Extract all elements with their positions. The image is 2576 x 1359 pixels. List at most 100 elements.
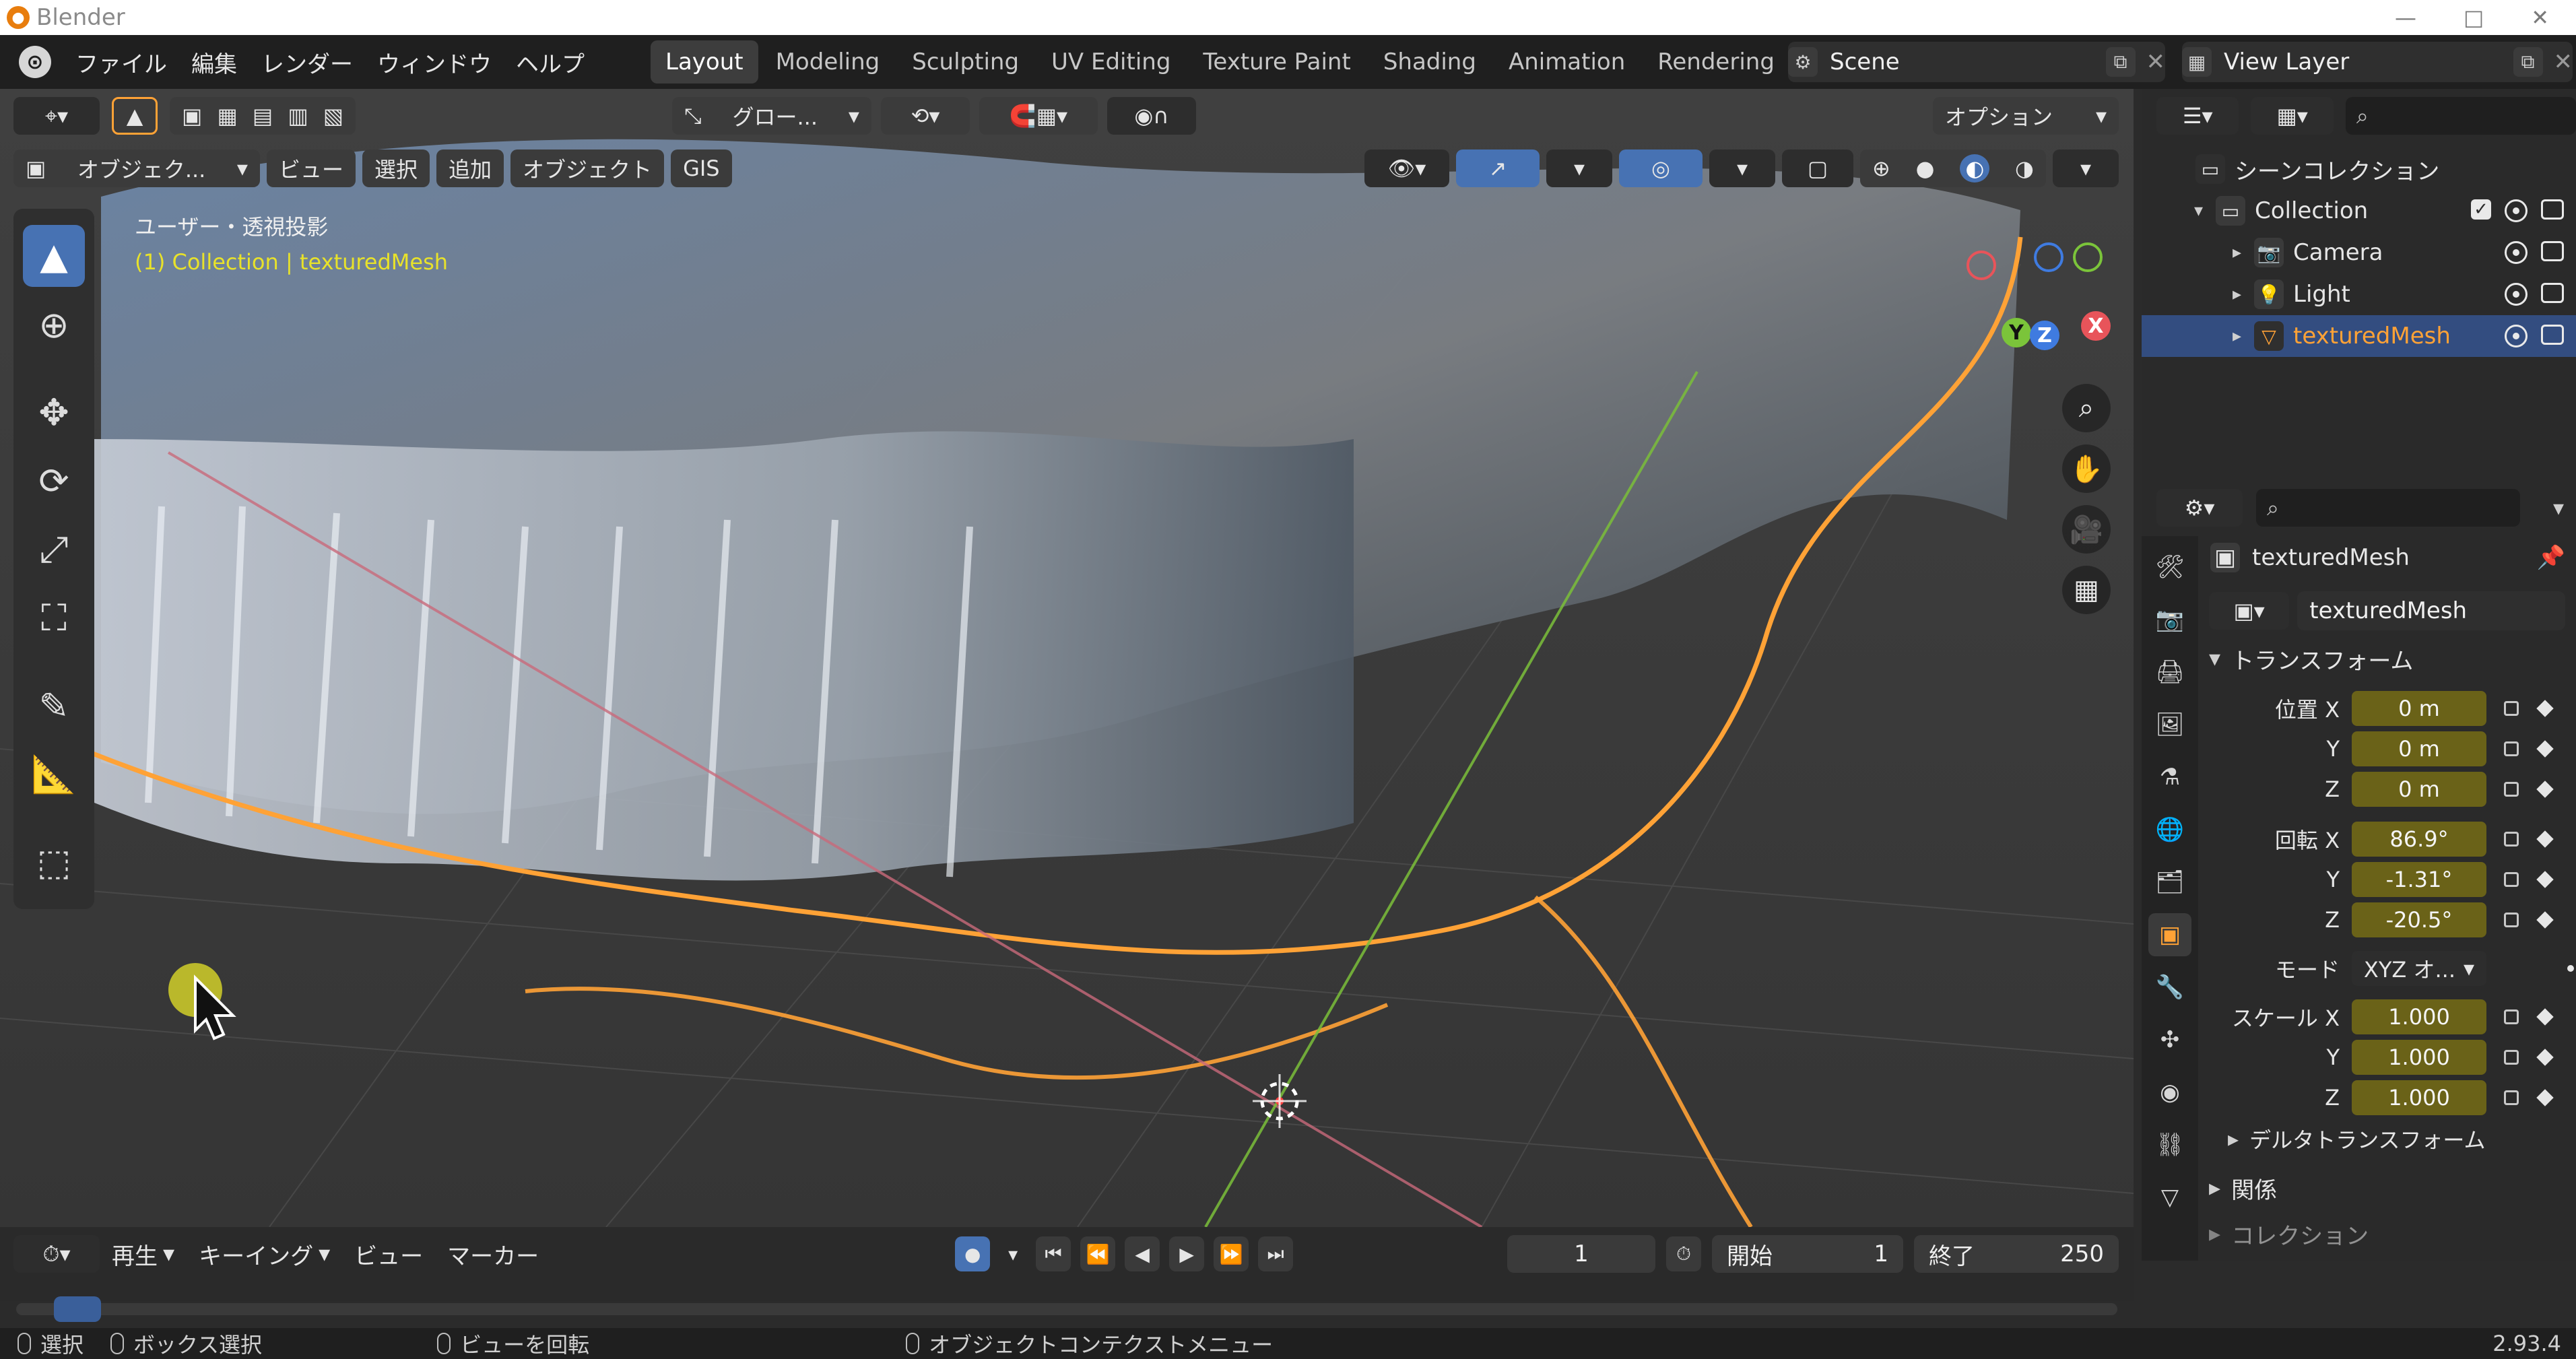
timeline-menu-marker[interactable]: マーカー bbox=[435, 1238, 551, 1271]
close-icon[interactable]: ✕ bbox=[2531, 5, 2549, 30]
lock-icon[interactable] bbox=[2504, 1090, 2519, 1105]
end-frame-field[interactable]: 終了 250 bbox=[1914, 1235, 2119, 1273]
viewport-options-dropdown[interactable]: オプション ▾ bbox=[1933, 97, 2119, 135]
zoom-icon[interactable]: ⌕ bbox=[2062, 384, 2111, 432]
editor-type-button[interactable]: ⌖▾ bbox=[13, 97, 100, 135]
expand-triangle-icon[interactable]: ▸ bbox=[2209, 1174, 2220, 1201]
modifier-properties-icon[interactable]: 🔧 bbox=[2148, 966, 2191, 1009]
tab-modeling[interactable]: Modeling bbox=[761, 40, 895, 84]
render-visibility-icon[interactable] bbox=[2541, 325, 2564, 345]
next-keyframe-icon[interactable]: ⏩ bbox=[1214, 1236, 1249, 1271]
menu-render[interactable]: レンダー bbox=[249, 46, 365, 79]
render-visibility-icon[interactable] bbox=[2541, 283, 2564, 303]
tool-properties-icon[interactable]: 🛠 bbox=[2148, 545, 2191, 589]
render-visibility-icon[interactable] bbox=[2541, 241, 2564, 261]
gizmo-x-icon[interactable]: X bbox=[2081, 311, 2111, 341]
tab-layout[interactable]: Layout bbox=[651, 40, 758, 84]
auto-keying-options-icon[interactable]: ▾ bbox=[999, 1236, 1026, 1271]
material-preview-shading-icon[interactable]: ◐ bbox=[1960, 154, 1990, 183]
tab-texture-paint[interactable]: Texture Paint bbox=[1188, 40, 1365, 84]
view-object-types-button[interactable]: 👁▾ bbox=[1364, 150, 1449, 187]
collections-section-title[interactable]: ▸ コレクション bbox=[2209, 1212, 2576, 1255]
tool-transform[interactable]: ⛶ bbox=[23, 587, 85, 649]
view-layer-name[interactable]: View Layer bbox=[2224, 48, 2349, 75]
timeline-menu-playback[interactable]: 再生 ▾ bbox=[100, 1238, 187, 1271]
timeline-scrollbar[interactable] bbox=[16, 1303, 2117, 1315]
outliner-row-camera[interactable]: ▸ 📷 Camera bbox=[2142, 232, 2576, 273]
keyframe-diamond-icon[interactable] bbox=[2536, 830, 2554, 848]
keyframe-diamond-icon[interactable] bbox=[2536, 871, 2554, 888]
select-subtract-icon[interactable]: ▤ bbox=[253, 103, 273, 129]
timeline-editor-type-button[interactable]: ⏱▾ bbox=[13, 1235, 100, 1273]
shading-options-button[interactable]: ▾ bbox=[2053, 150, 2119, 187]
play-reverse-icon[interactable]: ◀ bbox=[1125, 1236, 1160, 1271]
menu-help[interactable]: ヘルプ bbox=[504, 46, 597, 79]
lock-icon[interactable] bbox=[2504, 701, 2519, 716]
object-mode-dropdown[interactable]: ▣ オブジェク... ▾ bbox=[13, 150, 260, 187]
ortho-perspective-icon[interactable]: ▦ bbox=[2062, 566, 2111, 614]
outliner-search-input[interactable]: ⌕ bbox=[2345, 97, 2576, 135]
tool-select-box[interactable]: ▲ bbox=[23, 225, 85, 287]
rendered-shading-icon[interactable]: ◑ bbox=[2015, 156, 2034, 181]
lock-icon[interactable] bbox=[2504, 782, 2519, 797]
duplicate-view-layer-icon[interactable]: ⧉ bbox=[2513, 47, 2543, 77]
auto-keying-record-icon[interactable]: ● bbox=[955, 1236, 991, 1271]
tab-shading[interactable]: Shading bbox=[1368, 40, 1491, 84]
expand-triangle-icon[interactable]: ▸ bbox=[2233, 284, 2247, 304]
snapping-button[interactable]: 🧲▦▾ bbox=[979, 97, 1098, 135]
visibility-eye-icon[interactable] bbox=[2505, 241, 2528, 264]
gizmo-z-icon[interactable]: Z bbox=[2030, 321, 2059, 350]
location-z-value[interactable]: 0 m bbox=[2352, 772, 2486, 807]
outliner-row-texturedmesh[interactable]: ▸ ▽ texturedMesh bbox=[2142, 315, 2576, 357]
select-mode-icon[interactable]: ▲ bbox=[112, 97, 158, 135]
select-invert-icon[interactable]: ▥ bbox=[288, 103, 308, 129]
viewport-menu-view[interactable]: ビュー bbox=[267, 150, 356, 187]
keyframe-diamond-icon[interactable] bbox=[2536, 911, 2554, 929]
object-name-field[interactable]: texturedMesh bbox=[2297, 591, 2565, 630]
particles-properties-icon[interactable]: ✣ bbox=[2148, 1018, 2191, 1061]
gizmo-pos-z-ring-icon[interactable] bbox=[2034, 242, 2063, 272]
scale-z-value[interactable]: 1.000 bbox=[2352, 1080, 2486, 1115]
collection-properties-icon[interactable]: 🗂 bbox=[2148, 861, 2191, 904]
lock-icon[interactable] bbox=[2504, 741, 2519, 756]
collapse-triangle-icon[interactable]: ▾ bbox=[2209, 645, 2220, 672]
pivot-point-button[interactable]: ⟲▾ bbox=[881, 97, 970, 135]
viewport-menu-add[interactable]: 追加 bbox=[436, 150, 504, 187]
transform-section-title[interactable]: ▾ トランスフォーム bbox=[2209, 637, 2576, 680]
pan-hand-icon[interactable]: ✋ bbox=[2062, 444, 2111, 493]
rotation-x-value[interactable]: 86.9° bbox=[2352, 822, 2486, 857]
wireframe-shading-icon[interactable]: ⊕ bbox=[1872, 156, 1890, 181]
tool-scale[interactable]: ⤢ bbox=[23, 519, 85, 581]
properties-editor-type-button[interactable]: ⚙▾ bbox=[2156, 489, 2243, 527]
scene-selector[interactable]: ⚙ Scene ⧉ ✕ bbox=[1788, 42, 2165, 82]
location-y-value[interactable]: 0 m bbox=[2352, 731, 2486, 766]
previous-keyframe-icon[interactable]: ⏪ bbox=[1080, 1236, 1116, 1271]
gizmos-toggle-button[interactable]: ↗ bbox=[1456, 150, 1540, 187]
expand-triangle-icon[interactable]: ▸ bbox=[2228, 1126, 2239, 1152]
keyframe-diamond-icon[interactable] bbox=[2536, 1089, 2554, 1106]
pin-icon[interactable]: 📌 bbox=[2537, 544, 2565, 571]
exclude-checkbox-icon[interactable]: ✓ bbox=[2471, 199, 2491, 220]
render-visibility-icon[interactable] bbox=[2541, 199, 2564, 220]
outliner-display-mode-button[interactable]: ▦▾ bbox=[2251, 97, 2334, 135]
camera-view-icon[interactable]: 🎥 bbox=[2062, 505, 2111, 554]
timer-icon[interactable]: ⏱ bbox=[1666, 1236, 1701, 1271]
viewport-menu-object[interactable]: オブジェクト bbox=[510, 150, 665, 187]
solid-shading-icon[interactable]: ● bbox=[1916, 156, 1935, 181]
gizmo-neg-x-icon[interactable] bbox=[1967, 251, 1996, 280]
minimize-icon[interactable]: — bbox=[2395, 5, 2416, 30]
overlays-toggle-button[interactable]: ◎ bbox=[1619, 150, 1703, 187]
object-type-dropdown[interactable]: ▣▾ bbox=[2209, 592, 2290, 630]
location-x-value[interactable]: 0 m bbox=[2352, 691, 2486, 726]
duplicate-scene-icon[interactable]: ⧉ bbox=[2105, 47, 2136, 77]
jump-to-end-icon[interactable]: ⏭ bbox=[1258, 1236, 1294, 1271]
object-properties-icon[interactable]: ▣ bbox=[2148, 913, 2191, 956]
tool-add-cube[interactable]: ⬚ bbox=[23, 831, 85, 893]
viewport-menu-gis[interactable]: GIS bbox=[671, 150, 732, 187]
tab-sculpting[interactable]: Sculpting bbox=[897, 40, 1034, 84]
select-intersect-icon[interactable]: ▧ bbox=[323, 103, 343, 129]
start-frame-field[interactable]: 開始 1 bbox=[1712, 1235, 1903, 1273]
jump-to-start-icon[interactable]: ⏮ bbox=[1036, 1236, 1071, 1271]
physics-properties-icon[interactable]: ◉ bbox=[2148, 1071, 2191, 1114]
remove-scene-icon[interactable]: ✕ bbox=[2146, 48, 2166, 75]
